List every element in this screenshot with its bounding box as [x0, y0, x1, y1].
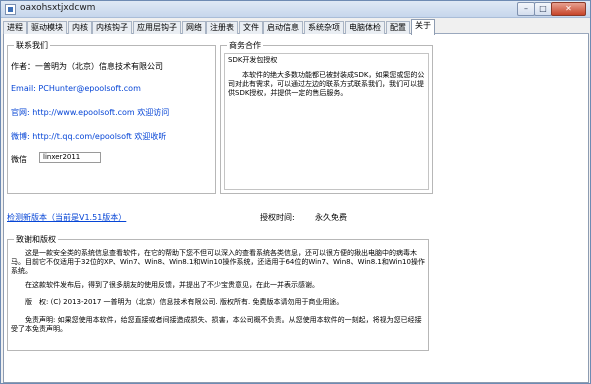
weibo-link[interactable]: 微博: http://t.qq.com/epoolsoft 欢迎收听	[11, 131, 166, 142]
sdk-description: 本软件的绝大多数功能都已被封装成SDK，如果您或您的公司对此有需求，可以通过左边…	[228, 71, 425, 97]
email-link[interactable]: Email: PCHunter@epoolsoft.com	[11, 84, 141, 93]
close-button[interactable]: ✕	[551, 2, 586, 16]
website-link[interactable]: 官网: http://www.epoolsoft.com 欢迎访问	[11, 107, 169, 118]
contact-group: 联系我们 作者：一普明为（北京）信息技术有限公司 Email: PCHunter…	[7, 40, 216, 194]
business-group-title: 商务合作	[227, 40, 263, 51]
tab-startup[interactable]: 启动信息	[263, 21, 303, 34]
minimize-button[interactable]: –	[517, 2, 535, 16]
sdk-heading: SDK开发包授权	[228, 56, 278, 64]
thanks-group: 致谢和版权 这是一款安全类的系统信息查看软件，在它的帮助下您不但可以深入的查看系…	[7, 234, 429, 351]
contact-group-title: 联系我们	[14, 40, 50, 51]
wechat-label: 微信	[11, 155, 27, 164]
thanks-paragraph: 在这款软件发布后，得到了很多朋友的使用反馈，并提出了不少宝贵意见，在此一并表示感…	[11, 281, 319, 289]
tab-registry[interactable]: 注册表	[206, 21, 238, 34]
tab-kernel-hooks[interactable]: 内核钩子	[92, 21, 132, 34]
tab-bar: 进程 驱动模块 内核 内核钩子 应用层钩子 网络 注册表 文件 启动信息 系统杂…	[3, 19, 589, 35]
main-window: oaxohsxtjxdcwm – □ ✕ 进程 驱动模块 内核 内核钩子 应用层…	[0, 0, 591, 384]
intro-paragraph: 这是一款安全类的系统信息查看软件，在它的帮助下您不但可以深入的查看系统各类信息，…	[11, 249, 425, 275]
tab-network[interactable]: 网络	[182, 21, 206, 34]
tab-about[interactable]: 关于	[411, 19, 435, 35]
app-icon	[5, 4, 16, 15]
tab-driver-modules[interactable]: 驱动模块	[27, 21, 67, 34]
license-label: 授权时间:	[260, 213, 295, 222]
thanks-group-title: 致谢和版权	[14, 234, 58, 245]
tab-kernel[interactable]: 内核	[68, 21, 92, 34]
check-update-link[interactable]: 检测新版本（当前是V1.51版本）	[7, 212, 126, 223]
title-bar[interactable]: oaxohsxtjxdcwm – □ ✕	[1, 1, 590, 18]
maximize-button[interactable]: □	[534, 2, 552, 16]
business-group: 商务合作 SDK开发包授权 本软件的绝大多数功能都已被封装成SDK，如果您或您的…	[220, 40, 433, 194]
tab-misc[interactable]: 系统杂项	[304, 21, 344, 34]
tab-app-hooks[interactable]: 应用层钩子	[133, 21, 181, 34]
disclaimer-paragraph: 免责声明: 如果您使用本软件，给您直接或者间接造成损失、损害，本公司概不负责。从…	[11, 316, 422, 333]
window-title: oaxohsxtjxdcwm	[20, 3, 96, 13]
business-textbox[interactable]: SDK开发包授权 本软件的绝大多数功能都已被封装成SDK，如果您或您的公司对此有…	[224, 53, 429, 190]
author-text: 作者：一普明为（北京）信息技术有限公司	[11, 62, 163, 71]
copyright-paragraph: 版 权: (C) 2013-2017 一普明为（北京）信息技术有限公司. 版权所…	[11, 298, 344, 306]
tab-process[interactable]: 进程	[3, 21, 27, 34]
tab-config[interactable]: 配置	[386, 21, 410, 34]
tab-files[interactable]: 文件	[239, 21, 263, 34]
wechat-field[interactable]: linxer2011	[39, 152, 101, 163]
about-panel: 联系我们 作者：一普明为（北京）信息技术有限公司 Email: PCHunter…	[3, 34, 589, 383]
license-value: 永久免费	[315, 213, 347, 222]
tab-checkup[interactable]: 电脑体检	[345, 21, 385, 34]
